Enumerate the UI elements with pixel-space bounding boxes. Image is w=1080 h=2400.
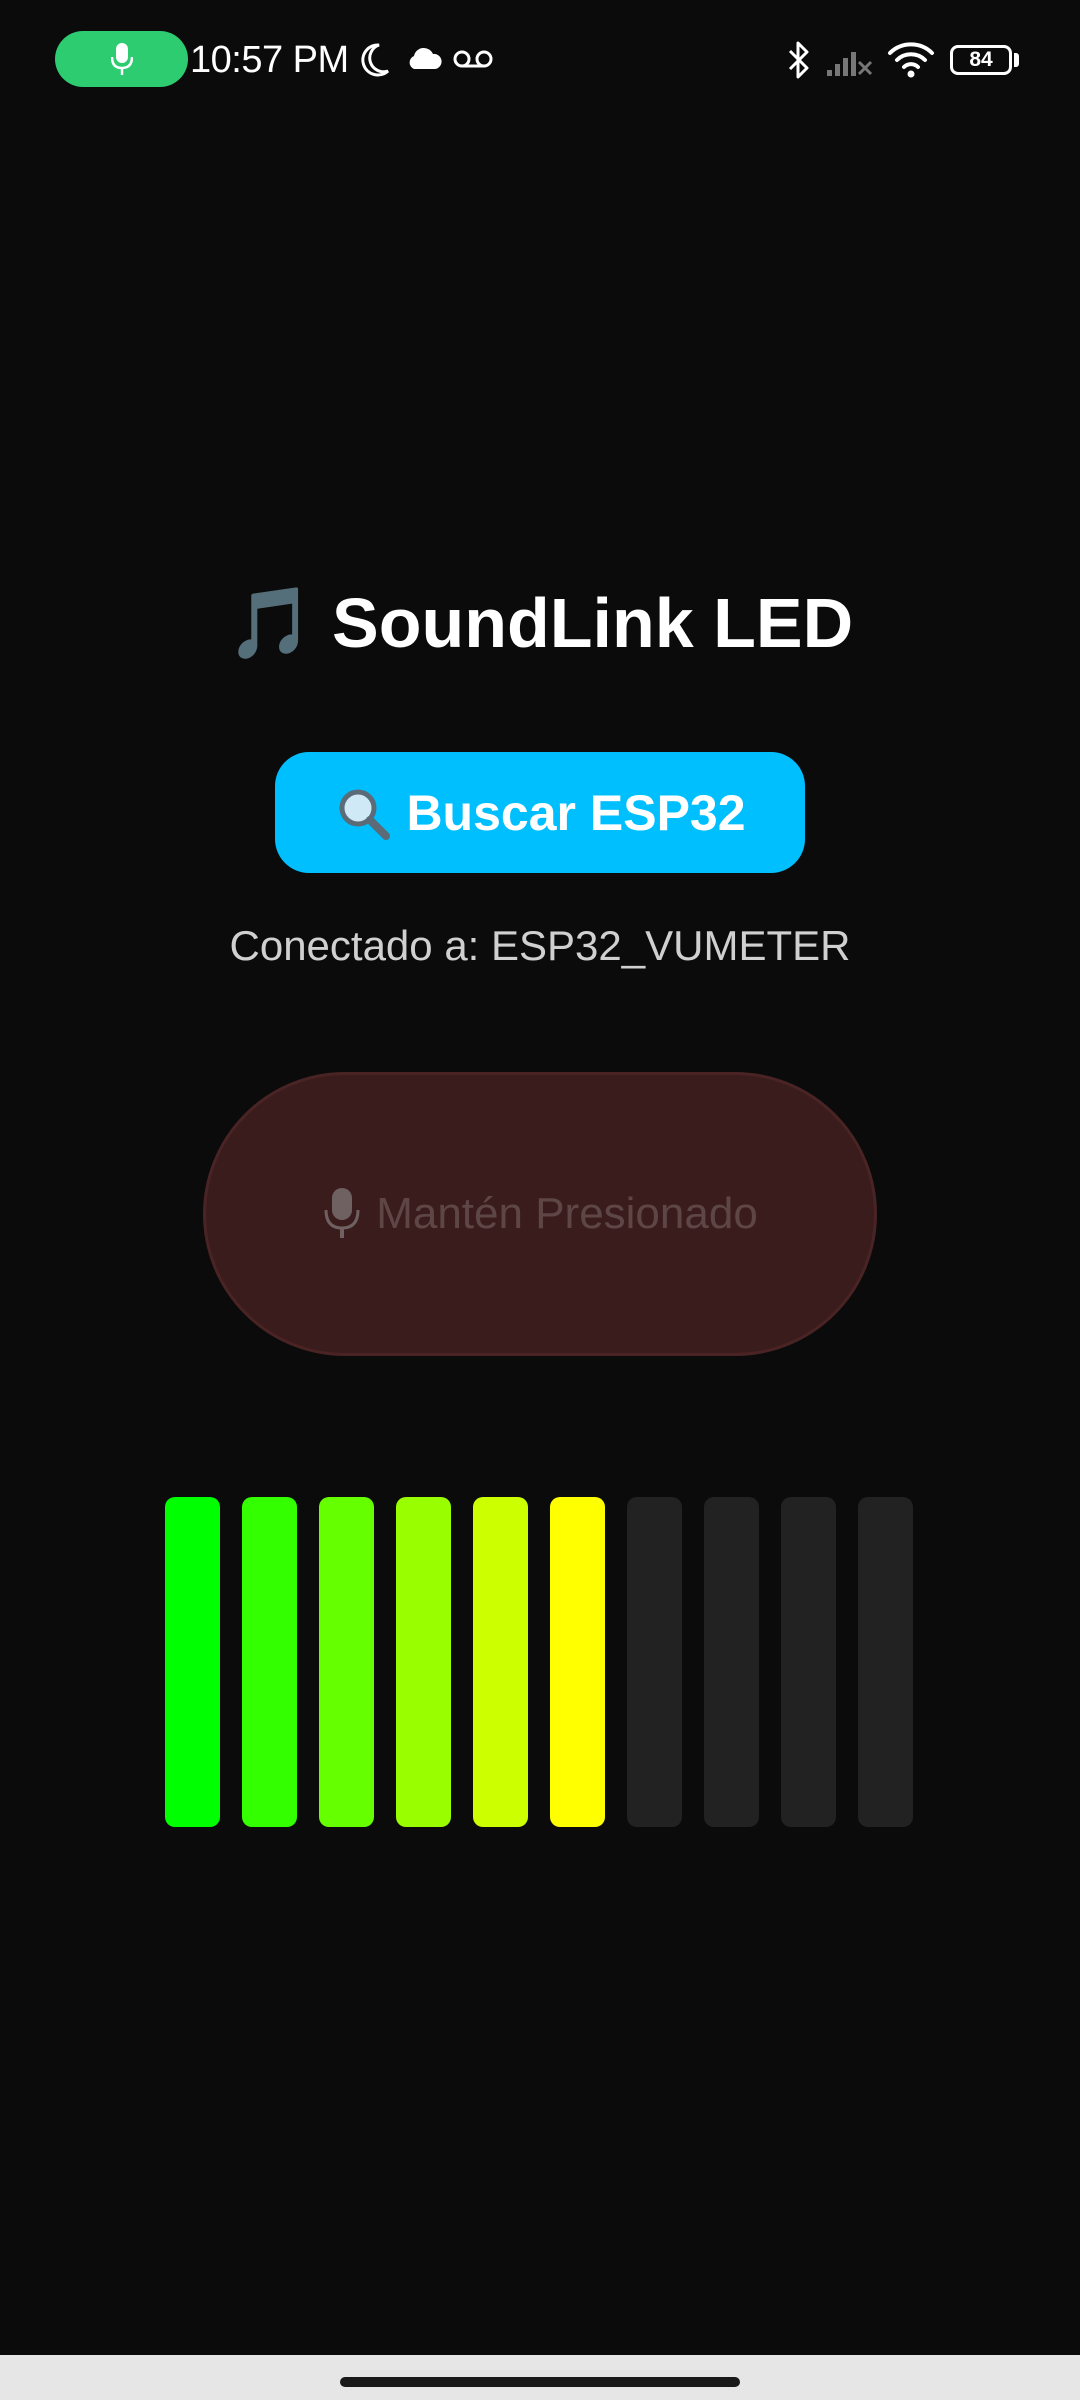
vu-bar-active [396, 1497, 451, 1827]
battery-level: 84 [969, 48, 993, 71]
bluetooth-icon [784, 38, 814, 82]
vu-bar-active [165, 1497, 220, 1827]
music-note-icon: 🎵 [226, 584, 315, 662]
home-gesture-handle[interactable] [340, 2377, 740, 2387]
vu-bar-inactive [627, 1497, 682, 1827]
battery-icon: 84 [950, 45, 1012, 75]
moon-icon [356, 40, 392, 80]
push-to-talk-button[interactable]: Mantén Presionado [203, 1072, 877, 1356]
magnifier-icon [334, 784, 392, 842]
microphone-icon [110, 43, 133, 75]
cellular-signal-icon [824, 40, 874, 80]
push-to-talk-label: Mantén Presionado [376, 1189, 758, 1238]
mic-active-indicator[interactable] [55, 31, 188, 87]
app-title: 🎵 SoundLink LED [0, 578, 1080, 668]
voicemail-icon [452, 44, 494, 74]
vu-bar-inactive [781, 1497, 836, 1827]
studio-microphone-icon [322, 1186, 362, 1242]
status-time: 10:57 PM [190, 39, 349, 81]
vu-bar-inactive [704, 1497, 759, 1827]
vu-bar-inactive [858, 1497, 913, 1827]
vu-bar-active [473, 1497, 528, 1827]
scan-esp32-button[interactable]: Buscar ESP32 [275, 752, 805, 873]
status-bar: 10:57 PM 84 [0, 0, 1080, 120]
vu-bar-active [550, 1497, 605, 1827]
cloud-icon [404, 44, 444, 74]
scan-button-label: Buscar ESP32 [406, 784, 746, 841]
navigation-bar [0, 2355, 1080, 2400]
app-title-text: SoundLink LED [332, 584, 854, 662]
connection-status: Conectado a: ESP32_VUMETER [229, 922, 851, 969]
wifi-icon [886, 38, 936, 80]
vu-meter [165, 1497, 915, 1827]
battery-tip [1014, 53, 1019, 67]
vu-bar-active [319, 1497, 374, 1827]
vu-bar-active [242, 1497, 297, 1827]
